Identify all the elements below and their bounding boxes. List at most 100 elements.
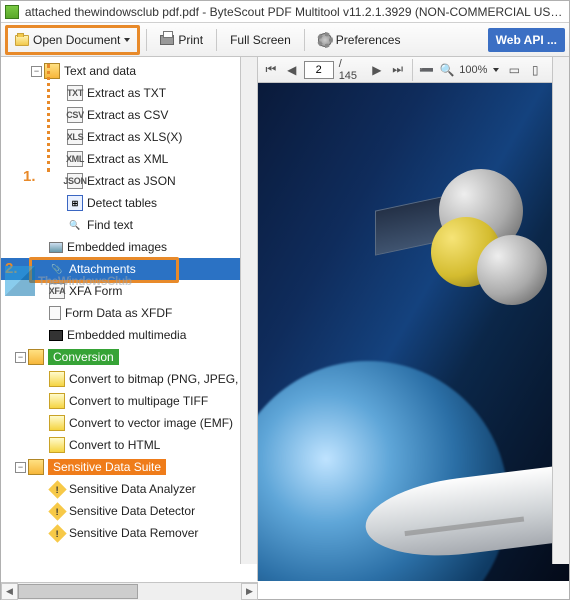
- tree-item-sensitive-detector[interactable]: ! Sensitive Data Detector: [1, 500, 257, 522]
- next-page-button[interactable]: ▶: [368, 61, 386, 79]
- item-label: Sensitive Data Analyzer: [69, 482, 196, 496]
- item-label: Extract as JSON: [87, 174, 176, 188]
- item-label: Convert to HTML: [69, 438, 160, 452]
- multimedia-icon: [49, 330, 63, 341]
- separator: [304, 29, 305, 51]
- tree-item-extract-xls[interactable]: XLS Extract as XLS(X): [1, 126, 257, 148]
- tree-item-embedded-images[interactable]: Embedded images: [1, 236, 257, 258]
- item-label: Extract as XLS(X): [87, 130, 182, 144]
- warning-icon: !: [49, 481, 65, 497]
- scroll-right-button[interactable]: ▶: [241, 583, 258, 600]
- preferences-label: Preferences: [336, 33, 401, 47]
- tree-horizontal-scrollbar[interactable]: ◀ ▶: [1, 582, 258, 599]
- preferences-button[interactable]: Preferences: [311, 27, 408, 53]
- xls-icon: XLS: [67, 129, 83, 145]
- tree-item-extract-xml[interactable]: XML Extract as XML: [1, 148, 257, 170]
- item-label: XFA Form: [69, 284, 122, 298]
- tree-vertical-scrollbar[interactable]: [240, 57, 257, 564]
- print-button[interactable]: Print: [153, 27, 210, 53]
- tree-item-extract-txt[interactable]: TXT Extract as TXT: [1, 82, 257, 104]
- annotation-dotted-line: [47, 64, 50, 172]
- table-icon: ⊞: [67, 195, 83, 211]
- tree-item-xfa-form[interactable]: XFA XFA Form: [1, 280, 257, 302]
- separator: [216, 29, 217, 51]
- collapse-icon[interactable]: −: [31, 66, 42, 77]
- item-label: Convert to multipage TIFF: [69, 394, 208, 408]
- form-icon: [49, 306, 61, 320]
- tree-item-attachments[interactable]: 📎 Attachments: [1, 258, 257, 280]
- viewer-vertical-scrollbar[interactable]: [552, 57, 569, 564]
- zoom-in-button[interactable]: 🔍: [438, 61, 456, 79]
- tree-item-extract-json[interactable]: JSON Extract as JSON: [1, 170, 257, 192]
- paperclip-icon: 📎: [49, 261, 65, 277]
- item-label: Convert to vector image (EMF): [69, 416, 233, 430]
- page-number-input[interactable]: [304, 61, 334, 79]
- xml-icon: XML: [67, 151, 83, 167]
- category-label: Conversion: [48, 349, 119, 365]
- page-total-label: / 145: [337, 58, 365, 82]
- item-label: Extract as XML: [87, 152, 168, 166]
- web-api-label: Web API ...: [496, 33, 557, 47]
- main-area: − Text and data TXT Extract as TXT CSV E…: [1, 57, 569, 581]
- view-mode-button-2[interactable]: ▯: [526, 61, 544, 79]
- category-label: Text and data: [64, 64, 136, 78]
- txt-icon: TXT: [67, 85, 83, 101]
- scroll-thumb[interactable]: [18, 584, 138, 599]
- main-toolbar: Open Document Print Full Screen Preferen…: [1, 23, 569, 57]
- web-api-button[interactable]: Web API ...: [488, 28, 565, 52]
- tree-item-extract-csv[interactable]: CSV Extract as CSV: [1, 104, 257, 126]
- open-document-button[interactable]: Open Document: [8, 28, 137, 52]
- document-viewer: ⏮ ◀ / 145 ▶ ⏭ ➖ 🔍 100% ▭ ▯ ▯: [258, 57, 569, 581]
- xfa-icon: XFA: [49, 283, 65, 299]
- tree-category-conversion[interactable]: − Conversion: [1, 346, 257, 368]
- full-screen-button[interactable]: Full Screen: [223, 27, 298, 53]
- zoom-level-label: 100%: [459, 64, 487, 76]
- tree-item-sensitive-analyzer[interactable]: ! Sensitive Data Analyzer: [1, 478, 257, 500]
- prev-page-button[interactable]: ◀: [283, 61, 301, 79]
- item-label: Sensitive Data Remover: [69, 526, 198, 540]
- item-label: Convert to bitmap (PNG, JPEG, .: [69, 372, 245, 386]
- satellite-illustration: [379, 173, 549, 313]
- tree-category-sensitive-data[interactable]: − Sensitive Data Suite: [1, 456, 257, 478]
- item-label: Extract as CSV: [87, 108, 168, 122]
- scroll-left-button[interactable]: ◀: [1, 583, 18, 600]
- item-label: Form Data as XFDF: [65, 306, 172, 320]
- convert-icon: [49, 415, 65, 431]
- item-label: Embedded images: [67, 240, 167, 254]
- separator: [412, 59, 413, 81]
- tree-item-detect-tables[interactable]: ⊞ Detect tables: [1, 192, 257, 214]
- convert-icon: [49, 371, 65, 387]
- tree-item-find-text[interactable]: 🔍 Find text: [1, 214, 257, 236]
- view-mode-button-1[interactable]: ▭: [505, 61, 523, 79]
- collapse-icon[interactable]: −: [15, 462, 26, 473]
- tree-item-convert-vector[interactable]: Convert to vector image (EMF): [1, 412, 257, 434]
- folder-open-icon: [28, 349, 44, 365]
- scroll-track[interactable]: [18, 583, 241, 600]
- tree-item-form-xfdf[interactable]: Form Data as XFDF: [1, 302, 257, 324]
- chevron-down-icon: [493, 68, 499, 72]
- json-icon: JSON: [67, 173, 83, 189]
- page-canvas[interactable]: [258, 83, 569, 581]
- item-label: Detect tables: [87, 196, 157, 210]
- last-page-button[interactable]: ⏭: [389, 61, 407, 79]
- first-page-button[interactable]: ⏮: [262, 61, 280, 79]
- category-label: Sensitive Data Suite: [48, 459, 166, 475]
- viewer-toolbar: ⏮ ◀ / 145 ▶ ⏭ ➖ 🔍 100% ▭ ▯ ▯: [258, 57, 569, 83]
- sidebar-tree: − Text and data TXT Extract as TXT CSV E…: [1, 57, 258, 581]
- tree-item-convert-bitmap[interactable]: Convert to bitmap (PNG, JPEG, .: [1, 368, 257, 390]
- item-label: Embedded multimedia: [67, 328, 186, 342]
- titlebar: attached thewindowsclub pdf.pdf - ByteSc…: [1, 1, 569, 23]
- binoculars-icon: 🔍: [67, 217, 83, 233]
- tree-item-embedded-multimedia[interactable]: Embedded multimedia: [1, 324, 257, 346]
- tree-item-convert-html[interactable]: Convert to HTML: [1, 434, 257, 456]
- collapse-icon[interactable]: −: [15, 352, 26, 363]
- tree-category-text-and-data[interactable]: − Text and data: [1, 60, 257, 82]
- tree-item-sensitive-remover[interactable]: ! Sensitive Data Remover: [1, 522, 257, 544]
- annotation-number-1: 1.: [23, 168, 36, 185]
- zoom-out-button[interactable]: ➖: [418, 61, 436, 79]
- folder-open-icon: [28, 459, 44, 475]
- warning-icon: !: [49, 525, 65, 541]
- image-icon: [49, 242, 63, 253]
- tree-item-convert-tiff[interactable]: Convert to multipage TIFF: [1, 390, 257, 412]
- separator: [146, 29, 147, 51]
